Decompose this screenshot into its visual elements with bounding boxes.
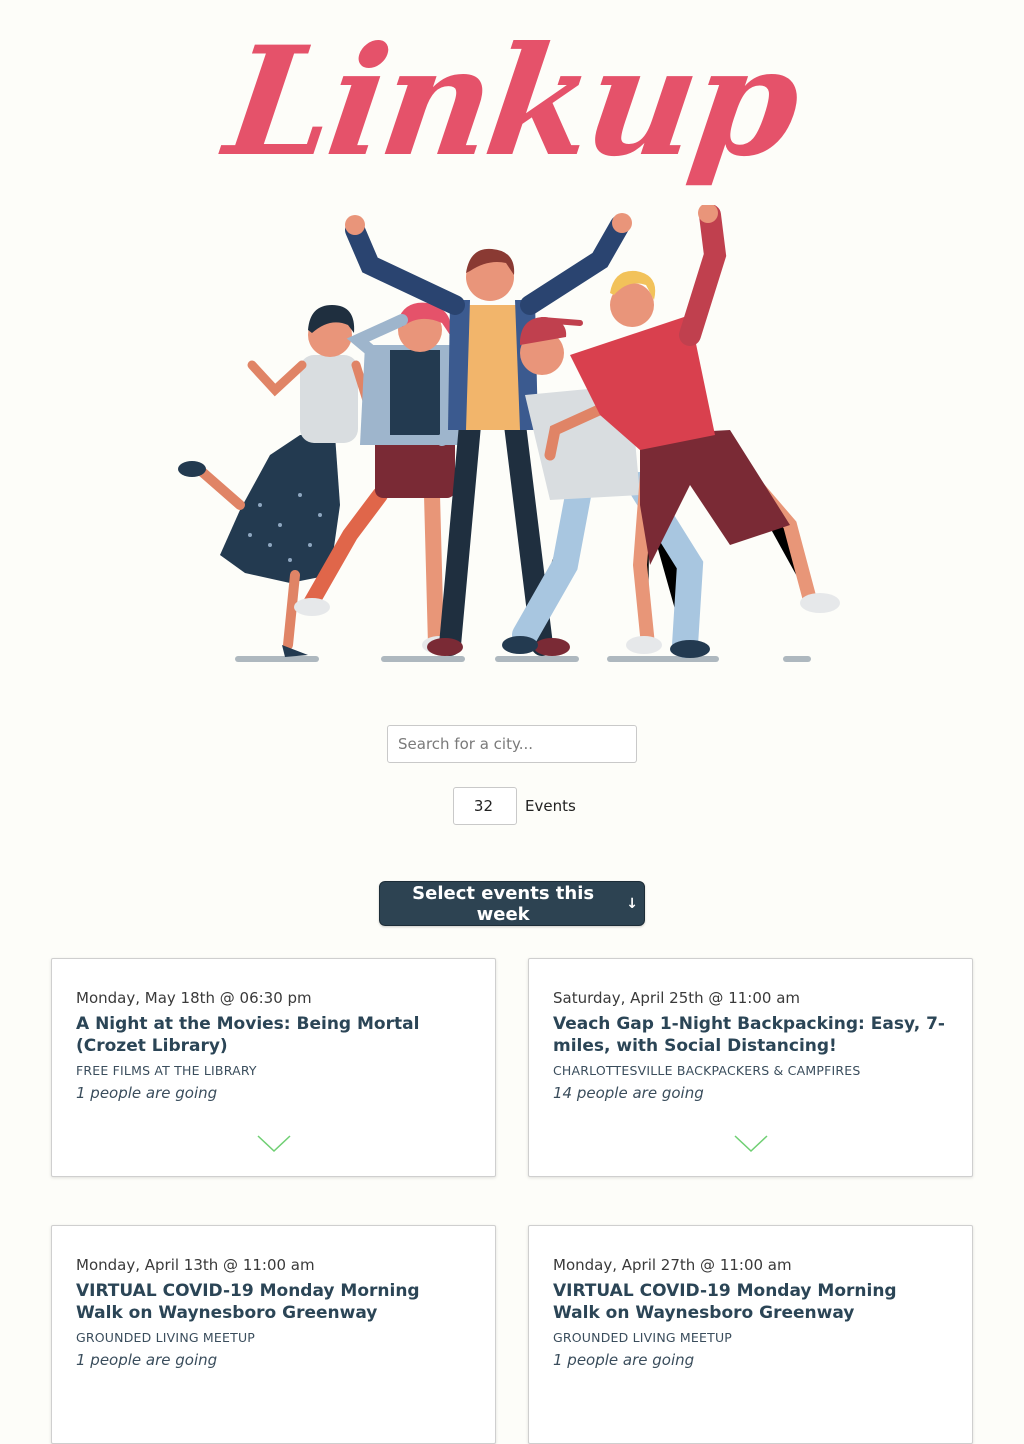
event-group: GROUNDED LIVING MEETUP <box>553 1330 733 1345</box>
event-group: GROUNDED LIVING MEETUP <box>76 1330 256 1345</box>
event-card[interactable]: Monday, April 27th @ 11:00 am VIRTUAL CO… <box>528 1225 973 1444</box>
event-card[interactable]: Monday, April 13th @ 11:00 am VIRTUAL CO… <box>51 1225 496 1444</box>
events-count-input[interactable] <box>453 787 517 825</box>
event-date: Monday, April 13th @ 11:00 am <box>76 1256 315 1274</box>
event-title: Veach Gap 1-Night Backpacking: Easy, 7-m… <box>553 1014 945 1056</box>
event-attendance: 14 people are going <box>553 1084 704 1102</box>
event-title: A Night at the Movies: Being Mortal (Cro… <box>76 1014 420 1056</box>
event-date: Monday, May 18th @ 06:30 pm <box>76 989 312 1007</box>
event-attendance: 1 people are going <box>553 1351 695 1369</box>
city-search-input[interactable] <box>387 725 637 763</box>
event-title: VIRTUAL COVID-19 Monday Morning Walk on … <box>76 1281 420 1323</box>
event-card[interactable]: Saturday, April 25th @ 11:00 am Veach Ga… <box>528 958 973 1177</box>
chevron-down-icon[interactable] <box>733 1134 769 1154</box>
event-attendance: 1 people are going <box>76 1351 218 1369</box>
event-group: FREE FILMS AT THE LIBRARY <box>76 1063 257 1078</box>
event-group: CHARLOTTESVILLE BACKPACKERS & CAMPFIRES <box>553 1063 861 1078</box>
event-attendance: 1 people are going <box>76 1084 218 1102</box>
person-woman-skirt <box>178 305 375 657</box>
select-events-this-week-button[interactable]: Select events this week ↓ <box>379 881 645 926</box>
arrow-down-icon: ↓ <box>626 895 638 912</box>
event-date: Saturday, April 25th @ 11:00 am <box>553 989 800 1007</box>
events-count-row: Events <box>453 787 576 825</box>
event-date: Monday, April 27th @ 11:00 am <box>553 1256 792 1274</box>
city-search <box>387 725 637 763</box>
select-events-label: Select events this week <box>412 882 595 925</box>
logo-text: Linkup <box>216 14 808 190</box>
event-title: VIRTUAL COVID-19 Monday Morning Walk on … <box>553 1281 897 1323</box>
friends-illustration <box>178 205 840 662</box>
linkup-logo: Linkup <box>0 0 1024 205</box>
event-card[interactable]: Monday, May 18th @ 06:30 pm A Night at t… <box>51 958 496 1177</box>
events-count-label: Events <box>525 797 576 815</box>
chevron-down-icon[interactable] <box>256 1134 292 1154</box>
